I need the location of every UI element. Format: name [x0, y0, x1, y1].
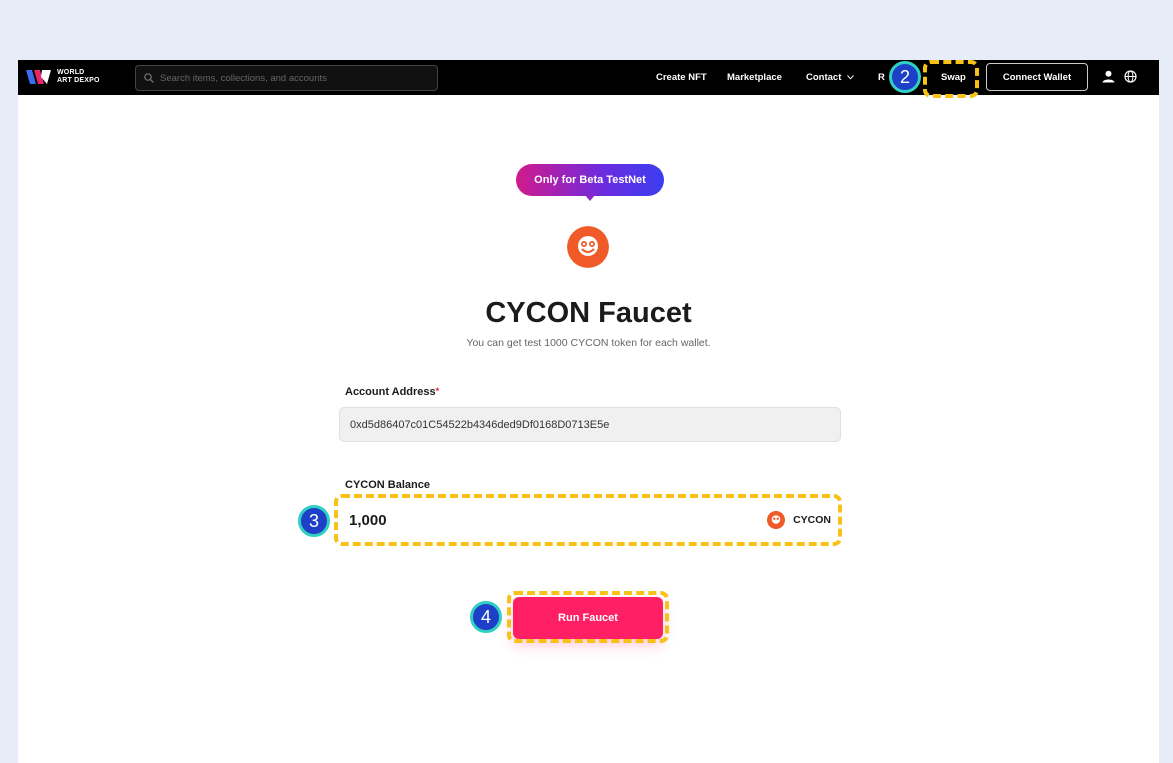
- beta-testnet-badge: Only for Beta TestNet: [516, 164, 664, 196]
- search-input[interactable]: Search items, collections, and accounts: [135, 65, 438, 91]
- logo-text-line2: ART DEXPO: [57, 77, 100, 84]
- search-placeholder: Search items, collections, and accounts: [160, 72, 327, 84]
- page-subtitle: You can get test 1000 CYCON token for ea…: [466, 337, 711, 349]
- account-address-field[interactable]: 0xd5d86407c01C54522b4346ded9Df0168D0713E…: [339, 407, 841, 442]
- nav-contact[interactable]: Contact: [806, 72, 854, 83]
- chevron-down-icon: [847, 75, 854, 80]
- browser-top-band: [18, 4, 1159, 60]
- step-badge-2: 2: [889, 61, 921, 93]
- page-title: CYCON Faucet: [485, 297, 692, 329]
- required-mark: *: [435, 386, 440, 396]
- logo-mark-icon: [26, 70, 51, 84]
- nav-create-nft[interactable]: Create NFT: [656, 72, 707, 83]
- logo-text-line1: WORLD: [57, 69, 85, 76]
- step-badge-3: 3: [298, 505, 330, 537]
- user-icon[interactable]: [1102, 70, 1115, 83]
- cycon-balance-label: CYCON Balance: [345, 479, 430, 491]
- account-address-label: Account Address*: [345, 386, 439, 398]
- app-frame: WORLD ART DEXPO Search items, collection…: [18, 4, 1159, 763]
- globe-icon[interactable]: [1124, 70, 1137, 83]
- run-faucet-highlight: [507, 591, 669, 643]
- connect-wallet-button[interactable]: Connect Wallet: [986, 63, 1088, 91]
- step-badge-4: 4: [470, 601, 502, 633]
- search-icon: [144, 73, 154, 83]
- nav-marketplace[interactable]: Marketplace: [727, 72, 782, 83]
- nav-partial-link[interactable]: R: [878, 72, 885, 83]
- balance-highlight: [334, 494, 842, 546]
- nav-contact-label: Contact: [806, 72, 842, 83]
- account-address-label-text: Account Address: [345, 386, 436, 398]
- top-navbar: WORLD ART DEXPO Search items, collection…: [18, 60, 1159, 95]
- swap-highlight: [923, 60, 979, 98]
- badge-pointer: [585, 195, 595, 201]
- cycon-logo-icon: [567, 226, 609, 268]
- logo[interactable]: WORLD ART DEXPO: [26, 68, 100, 86]
